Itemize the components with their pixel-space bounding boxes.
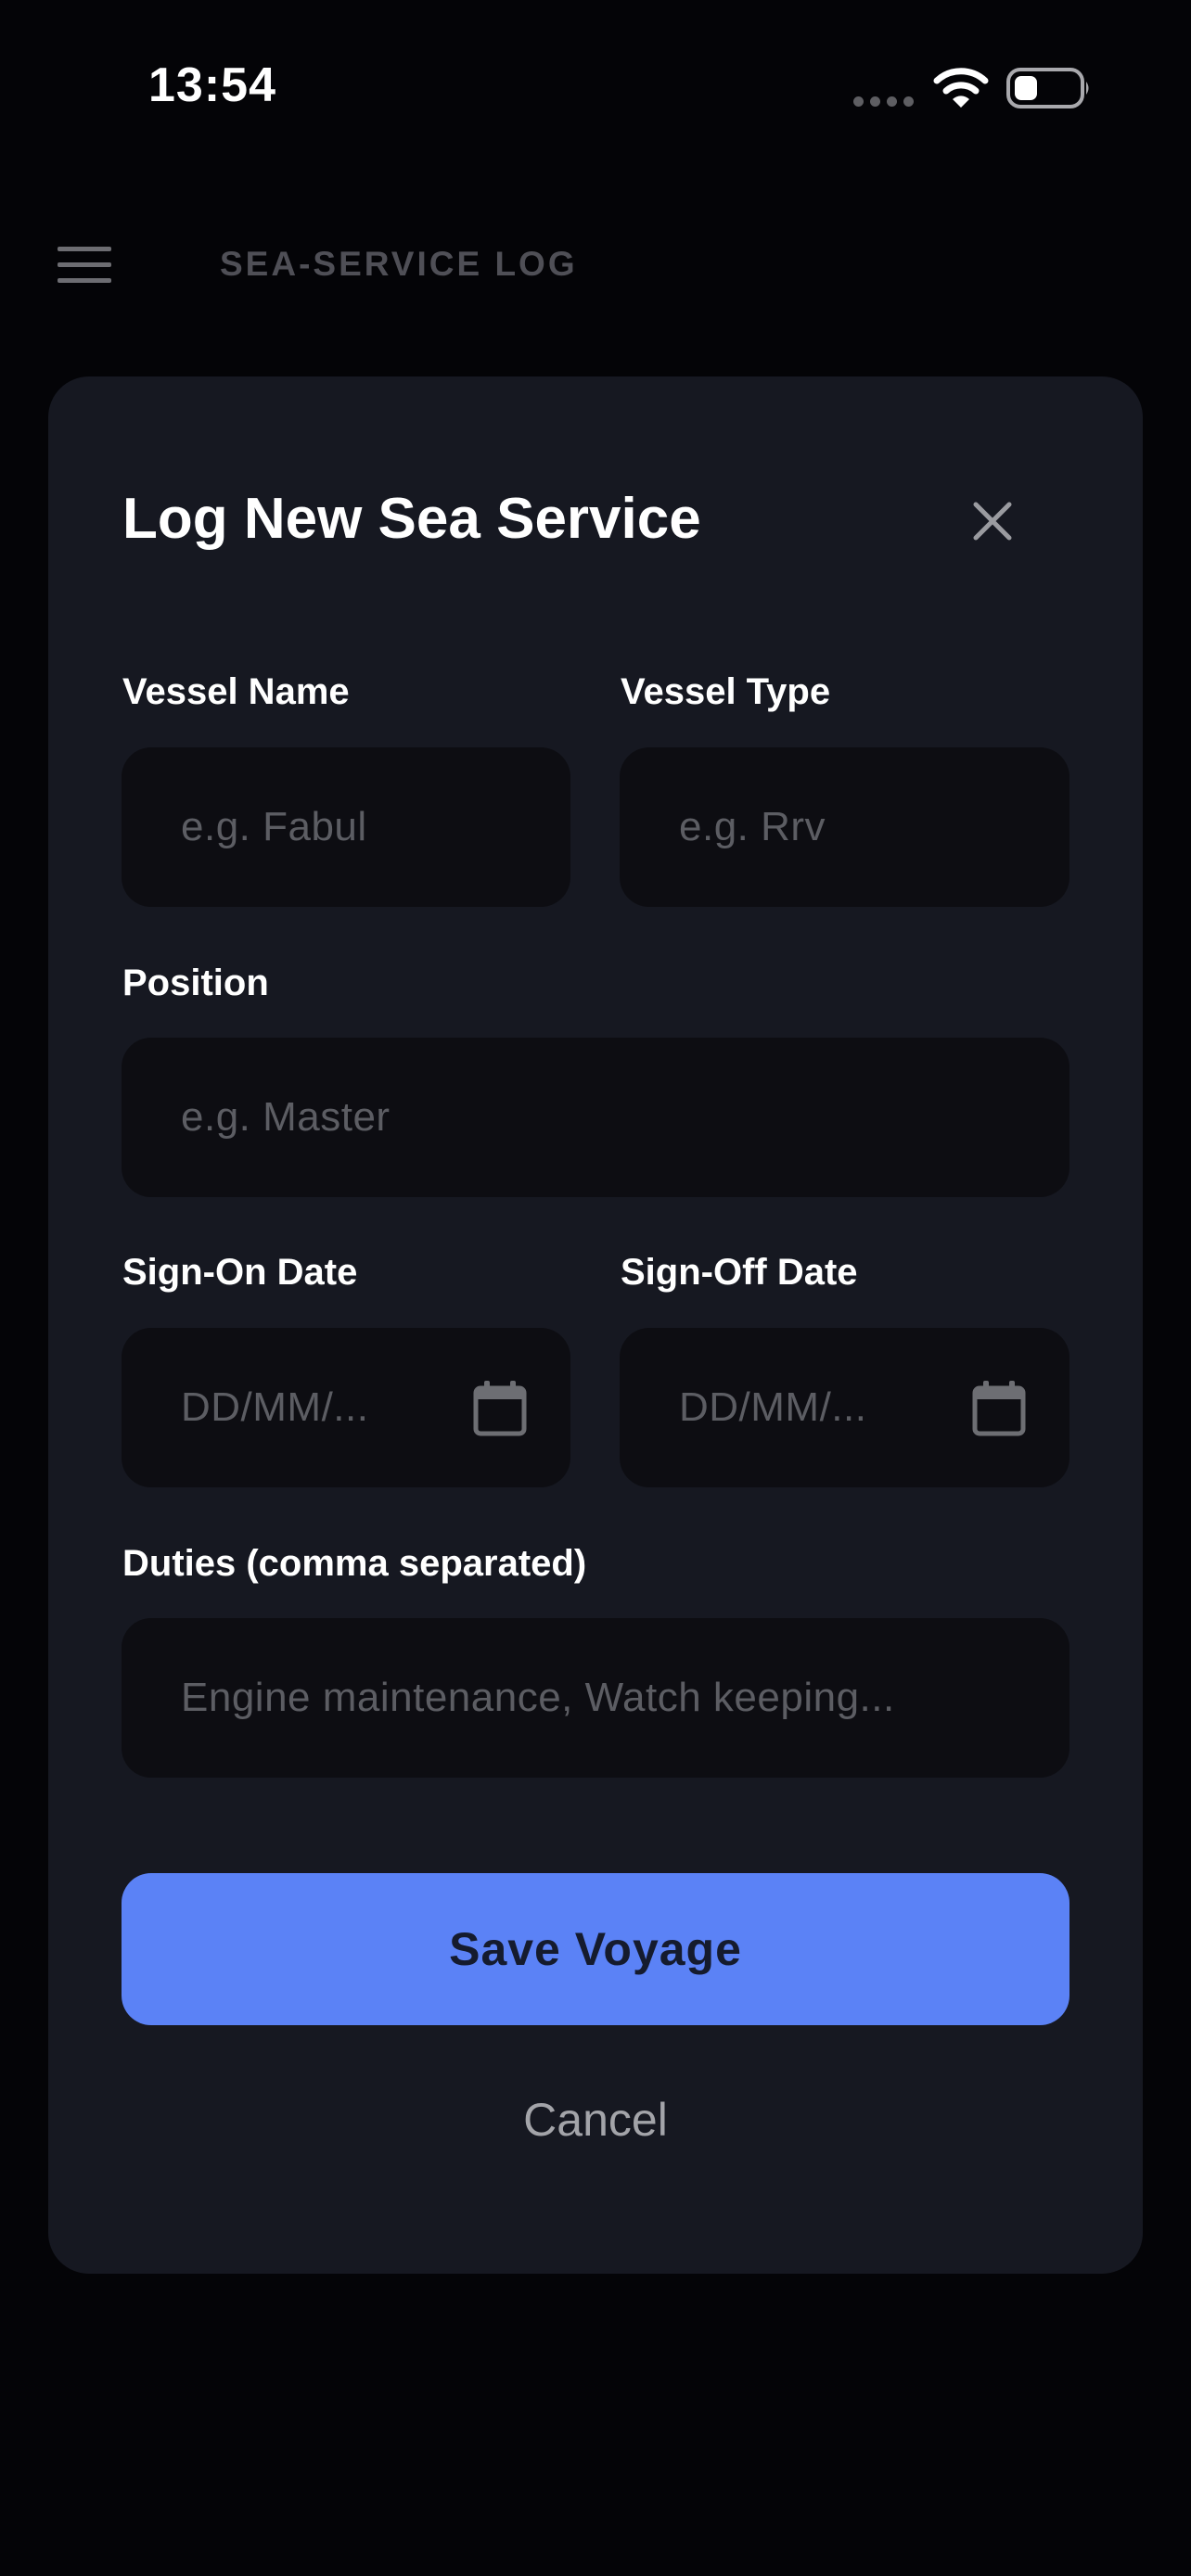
calendar-icon[interactable]: [971, 1380, 1027, 1437]
vessel-type-label: Vessel Type: [621, 671, 831, 712]
sign-on-date-field-box: [122, 1328, 570, 1487]
vessel-name-label: Vessel Name: [122, 671, 350, 712]
app-title: SEA-SERVICE LOG: [220, 245, 578, 283]
close-button[interactable]: [959, 488, 1026, 555]
log-sea-service-modal: Log New Sea Service Vessel Name Vessel T…: [48, 376, 1143, 2274]
calendar-icon[interactable]: [472, 1380, 528, 1437]
battery-icon: [1006, 68, 1089, 108]
hamburger-menu-icon[interactable]: [54, 241, 115, 289]
sign-on-date-label: Sign-On Date: [122, 1252, 358, 1293]
sign-off-date-label: Sign-Off Date: [621, 1252, 858, 1293]
vessel-name-field-box: [122, 747, 570, 907]
duties-field-box: [122, 1618, 1069, 1778]
cancel-button[interactable]: Cancel: [456, 2083, 735, 2157]
sign-off-date-field-box: [620, 1328, 1069, 1487]
vessel-type-input[interactable]: [679, 747, 1040, 907]
duties-input[interactable]: [181, 1618, 1040, 1778]
vessel-name-input[interactable]: [181, 747, 541, 907]
wifi-icon: [933, 68, 989, 108]
position-input[interactable]: [181, 1038, 1040, 1197]
signal-dots-icon: [853, 96, 914, 107]
vessel-type-field-box: [620, 747, 1069, 907]
sign-off-date-input[interactable]: [679, 1328, 957, 1487]
duties-label: Duties (comma separated): [122, 1543, 587, 1584]
sign-on-date-input[interactable]: [181, 1328, 459, 1487]
position-label: Position: [122, 963, 269, 1003]
status-time: 13:54: [148, 58, 276, 112]
close-icon: [973, 502, 1012, 541]
position-field-box: [122, 1038, 1069, 1197]
save-voyage-button[interactable]: Save Voyage: [122, 1873, 1069, 2025]
modal-title: Log New Sea Service: [122, 487, 701, 551]
